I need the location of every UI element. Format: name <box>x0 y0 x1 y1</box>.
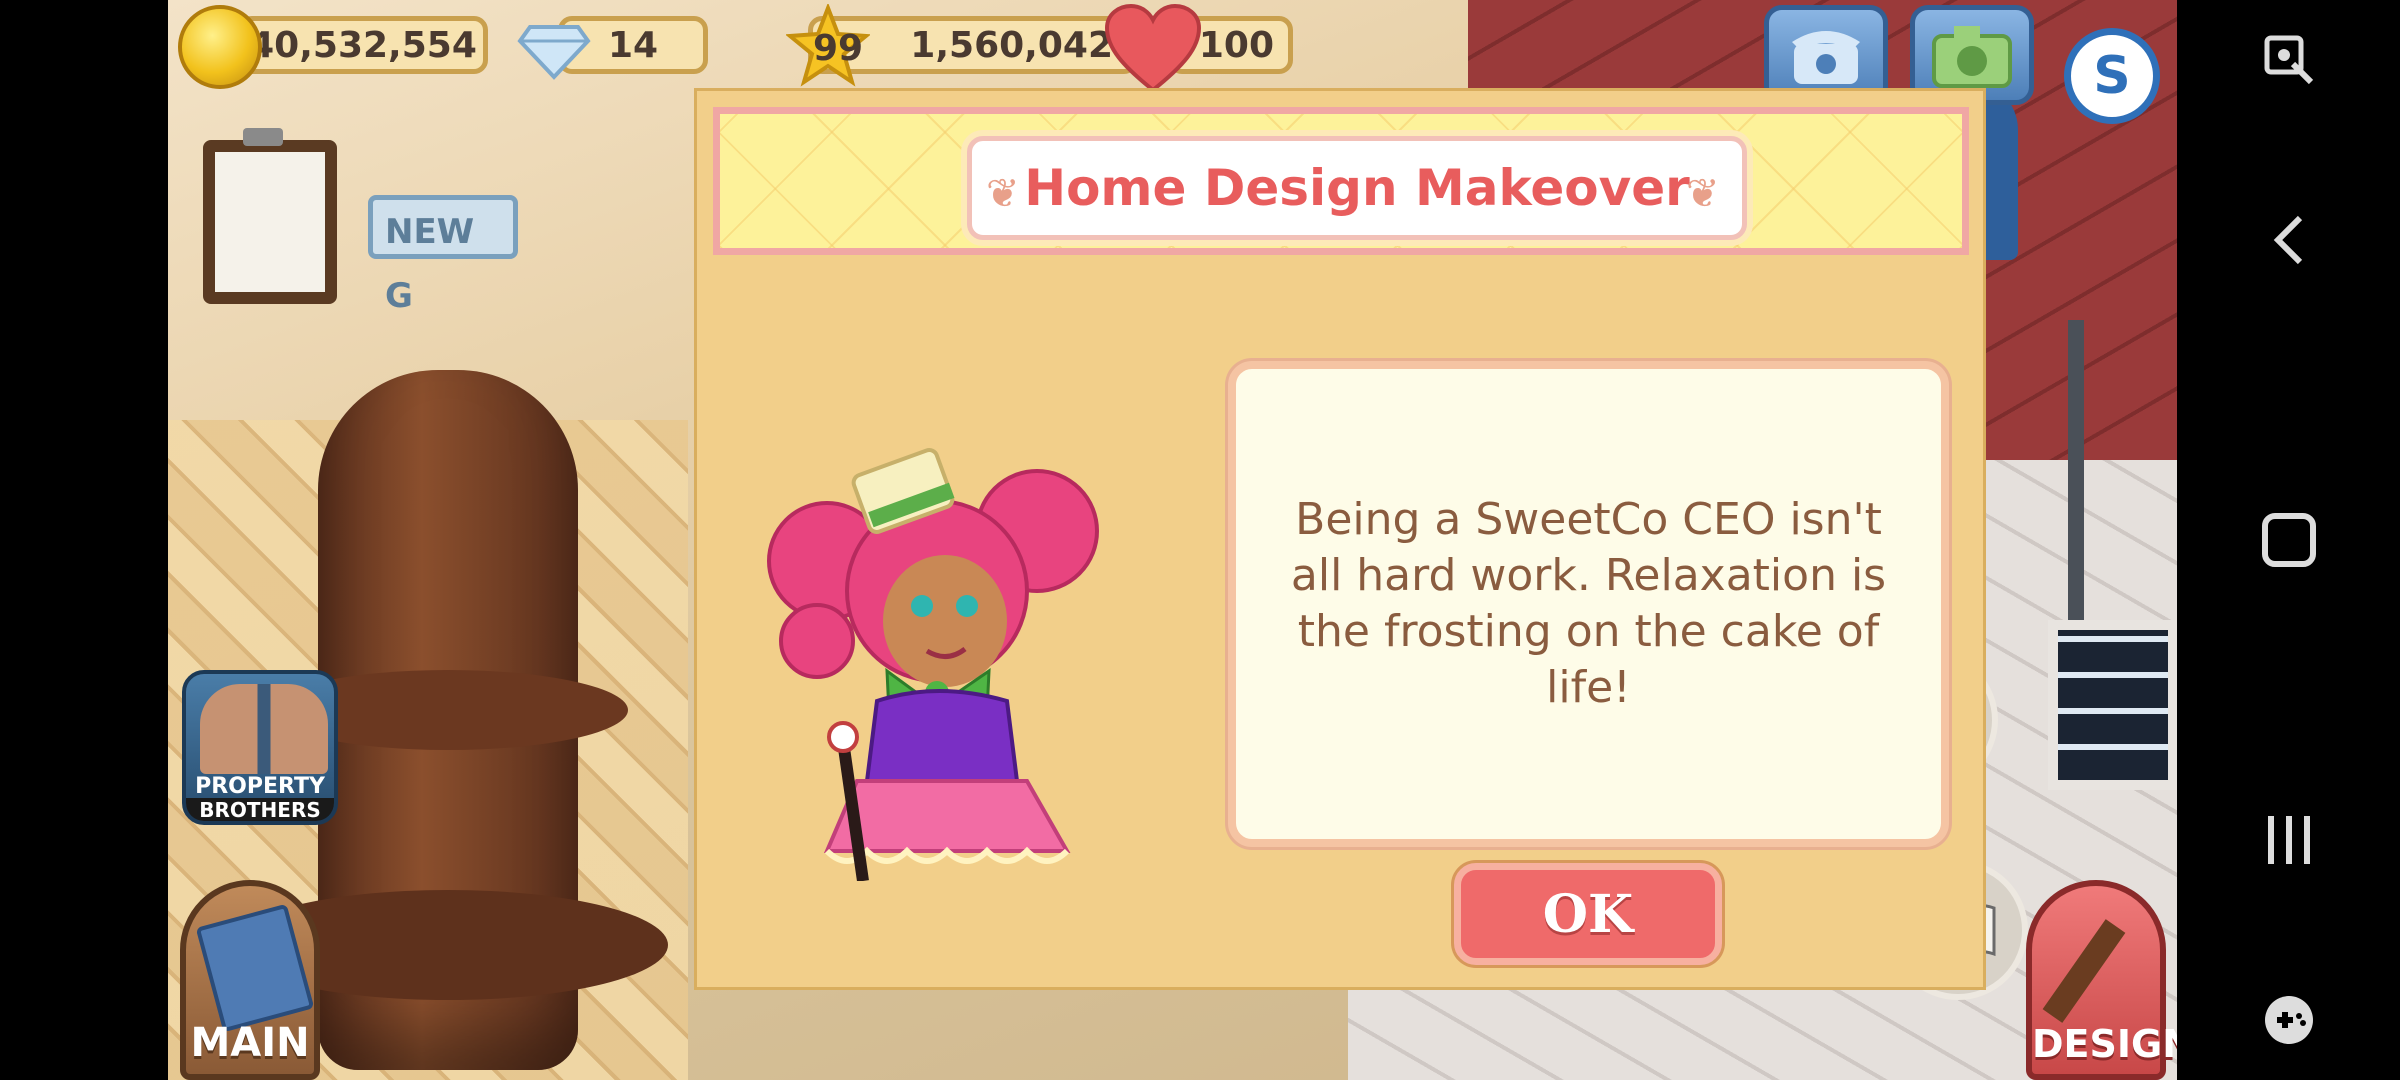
home-button[interactable] <box>2177 500 2400 580</box>
speech-bubble: Being a SweetCo CEO isn't all hard work.… <box>1228 361 1949 847</box>
leaf-ornament-icon: ❦ <box>1686 171 1720 217</box>
hearts-value: 100 <box>1198 24 1274 66</box>
screenshot-icon <box>2264 35 2313 85</box>
system-nav-bar <box>2177 0 2400 1080</box>
leaf-ornament-icon: ❦ <box>986 171 1020 217</box>
xp-value: 1,560,042 <box>910 24 1113 66</box>
main-button[interactable]: MAIN <box>180 880 320 1080</box>
home-icon <box>2261 513 2316 567</box>
game-scene: NEW G 40,532,554 14 1,560,042 99 100 S P… <box>168 0 2177 1080</box>
gems-value: 14 <box>607 24 659 66</box>
promo-faces <box>200 684 328 774</box>
phone-icon <box>1792 31 1860 84</box>
promo-line1: PROPERTY <box>195 774 325 799</box>
heart-icon <box>1103 2 1203 94</box>
main-label: MAIN <box>190 1020 310 1066</box>
recents-icon <box>2267 816 2310 864</box>
recents-button[interactable] <box>2177 800 2400 880</box>
coins-value: 40,532,554 <box>249 24 477 66</box>
gamepad-icon <box>2264 996 2313 1044</box>
back-icon <box>2273 215 2302 265</box>
street-lamp <box>2068 320 2084 650</box>
dialog-title: Home Design Makeover <box>1024 159 1690 217</box>
paintbrush-icon <box>2042 919 2126 1023</box>
chocolate-fountain[interactable] <box>228 370 668 1070</box>
property-brothers-promo[interactable]: PROPERTY BROTHERS <box>182 670 338 825</box>
camera-icon <box>1932 26 2012 88</box>
title-plaque: ❦ Home Design Makeover ❦ <box>967 136 1747 240</box>
coin-icon <box>178 5 262 89</box>
gem-icon <box>516 5 592 81</box>
book-icon <box>195 903 315 1033</box>
back-button[interactable] <box>2177 200 2400 280</box>
new-game-sign: NEW G <box>368 195 518 316</box>
shop-window <box>2048 620 2177 790</box>
dialog-message: Being a SweetCo CEO isn't all hard work.… <box>1290 494 1887 713</box>
clipboard-icon[interactable] <box>203 128 337 304</box>
dialog-header: ❦ Home Design Makeover ❦ <box>713 107 1969 255</box>
character-illustration <box>767 401 1107 882</box>
ok-button[interactable]: OK <box>1454 863 1722 965</box>
home-design-dialog: ❦ Home Design Makeover ❦ Being a SweetCo… <box>694 88 1986 990</box>
game-tools-button[interactable] <box>2177 980 2400 1060</box>
level-value: 99 <box>812 27 864 69</box>
screenshot-button[interactable] <box>2177 20 2400 100</box>
sweetco-s-button[interactable]: S <box>2064 28 2160 124</box>
design-button[interactable]: DESIGN <box>2026 880 2177 1080</box>
promo-line2: BROTHERS <box>186 798 334 821</box>
coins-counter: 40,532,554 <box>238 16 488 74</box>
design-label: DESIGN <box>2032 1022 2177 1066</box>
